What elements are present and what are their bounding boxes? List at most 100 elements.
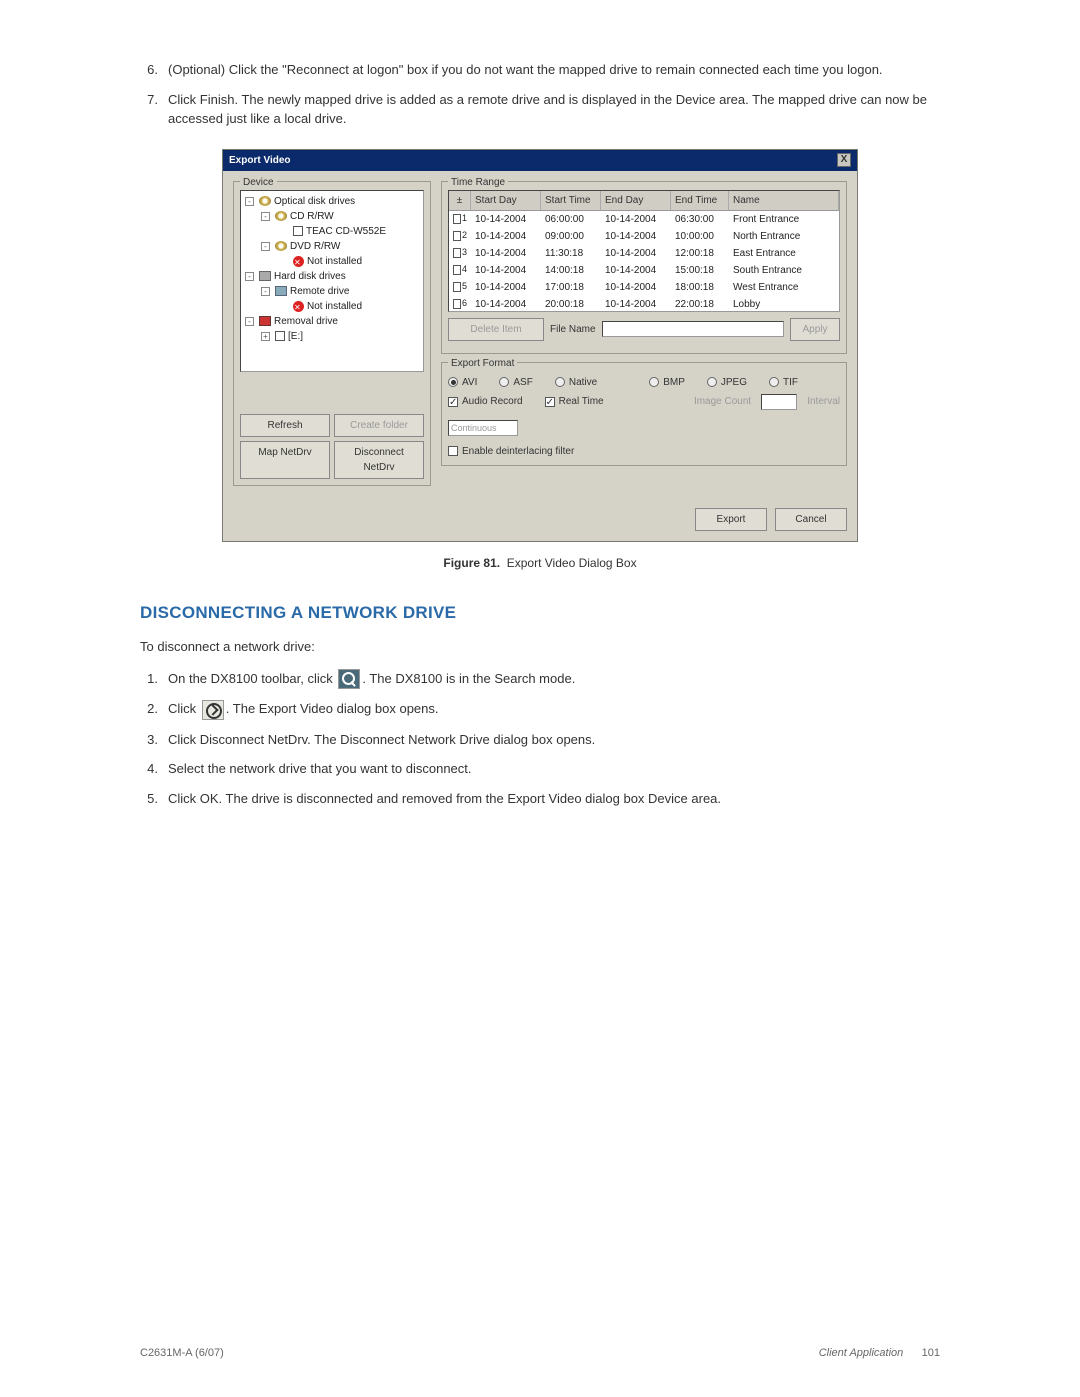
delete-item-button[interactable]: Delete Item (448, 318, 544, 341)
radio-asf[interactable]: ASF (499, 375, 532, 390)
row-checkbox[interactable] (453, 282, 461, 292)
checkbox-audio[interactable]: Audio Record (448, 394, 523, 409)
check-icon (448, 446, 458, 456)
step-num: 6. (140, 60, 168, 80)
figure-wrap: Export Video X Device -Optical disk driv… (140, 149, 940, 572)
step-5: 5. Click OK. The drive is disconnected a… (140, 789, 940, 809)
bottom-steps: 1. On the DX8100 toolbar, click . The DX… (140, 669, 940, 809)
tree-item[interactable]: -DVD R/RW (245, 239, 419, 254)
device-tree[interactable]: -Optical disk drives-CD R/RWTEAC CD-W552… (240, 190, 424, 372)
tree-item[interactable]: TEAC CD-W552E (245, 224, 419, 239)
hd-icon (259, 271, 271, 281)
step-1: 1. On the DX8100 toolbar, click . The DX… (140, 669, 940, 690)
step-6: 6. (Optional) Click the "Reconnect at lo… (140, 60, 940, 80)
map-netdrv-button[interactable]: Map NetDrv (240, 441, 330, 479)
radio-avi[interactable]: AVI (448, 375, 477, 390)
close-icon[interactable]: X (837, 153, 851, 167)
step-2: 2. Click . The Export Video dialog box o… (140, 699, 940, 720)
cd-icon (259, 196, 271, 206)
table-row[interactable]: 6 10-14-200420:00:18 10-14-200422:00:18 … (449, 296, 839, 312)
table-row[interactable]: 4 10-14-200414:00:18 10-14-200415:00:18 … (449, 262, 839, 279)
stop-icon (275, 331, 285, 341)
filename-input[interactable] (602, 321, 784, 337)
err-icon (293, 301, 304, 312)
filename-label: File Name (550, 322, 596, 337)
export-video-dialog: Export Video X Device -Optical disk driv… (222, 149, 858, 542)
tree-item[interactable]: Not installed (245, 254, 419, 269)
col-select[interactable]: ± (449, 191, 471, 210)
cancel-button[interactable]: Cancel (775, 508, 847, 531)
table-row[interactable]: 2 10-14-200409:00:00 10-14-200410:00:00 … (449, 228, 839, 245)
row-checkbox[interactable] (453, 265, 461, 275)
radio-bmp[interactable]: BMP (649, 375, 685, 390)
tree-item[interactable]: -Optical disk drives (245, 194, 419, 209)
create-folder-button[interactable]: Create folder (334, 414, 424, 437)
row-checkbox[interactable] (453, 231, 461, 241)
table-row[interactable]: 5 10-14-200417:00:18 10-14-200418:00:18 … (449, 279, 839, 296)
footer-section: Client Application (819, 1347, 904, 1359)
timerange-fieldset: Time Range ± Start Day Start Time End Da… (441, 181, 847, 354)
footer-page: 101 (922, 1347, 940, 1359)
cd-icon (275, 241, 287, 251)
dialog-titlebar: Export Video X (223, 150, 857, 171)
radio-native[interactable]: Native (555, 375, 597, 390)
row-checkbox[interactable] (453, 214, 461, 224)
step-text: Click Finish. The newly mapped drive is … (168, 90, 940, 129)
interval-label: Interval (807, 394, 840, 409)
page-footer: C2631M-A (6/07) Client Application 101 (140, 1345, 940, 1362)
export-icon (202, 700, 224, 720)
device-fieldset: Device -Optical disk drives-CD R/RWTEAC … (233, 181, 431, 486)
row-checkbox[interactable] (453, 248, 461, 258)
col-startday[interactable]: Start Day (471, 191, 541, 210)
remote-icon (275, 286, 287, 296)
apply-button[interactable]: Apply (790, 318, 840, 341)
interval-dropdown[interactable]: Continuous (448, 420, 518, 436)
refresh-button[interactable]: Refresh (240, 414, 330, 437)
dialog-title: Export Video (229, 153, 291, 168)
table-row[interactable]: 3 10-14-200411:30:18 10-14-200412:00:18 … (449, 245, 839, 262)
col-endtime[interactable]: End Time (671, 191, 729, 210)
search-icon (338, 669, 360, 689)
check-icon (448, 397, 458, 407)
footer-left: C2631M-A (6/07) (140, 1345, 224, 1362)
tree-item[interactable]: +[E:] (245, 329, 419, 344)
col-endday[interactable]: End Day (601, 191, 671, 210)
export-button[interactable]: Export (695, 508, 767, 531)
top-steps: 6. (Optional) Click the "Reconnect at lo… (140, 60, 940, 129)
cd-icon (275, 211, 287, 221)
stop-icon (293, 226, 303, 236)
radio-tif[interactable]: TIF (769, 375, 798, 390)
device-legend: Device (240, 175, 277, 190)
check-icon (545, 397, 555, 407)
step-text: (Optional) Click the "Reconnect at logon… (168, 60, 940, 80)
disconnect-netdrv-button[interactable]: Disconnect NetDrv (334, 441, 424, 479)
tree-item[interactable]: -CD R/RW (245, 209, 419, 224)
radio-jpeg[interactable]: JPEG (707, 375, 747, 390)
checkbox-realtime[interactable]: Real Time (545, 394, 604, 409)
figure-caption: Figure 81. Export Video Dialog Box (140, 554, 940, 572)
tree-item[interactable]: -Remote drive (245, 284, 419, 299)
timerange-table[interactable]: ± Start Day Start Time End Day End Time … (448, 190, 840, 312)
err-icon (293, 256, 304, 267)
checkbox-deinterlace[interactable]: Enable deinterlacing filter (448, 444, 574, 459)
tree-item[interactable]: -Hard disk drives (245, 269, 419, 284)
exportformat-legend: Export Format (448, 356, 517, 371)
step-3: 3. Click Disconnect NetDrv. The Disconne… (140, 730, 940, 750)
row-checkbox[interactable] (453, 299, 461, 309)
tree-item[interactable]: Not installed (245, 299, 419, 314)
table-header: ± Start Day Start Time End Day End Time … (449, 191, 839, 211)
col-starttime[interactable]: Start Time (541, 191, 601, 210)
exportformat-fieldset: Export Format AVI ASF Native BMP JPEG TI… (441, 362, 847, 466)
step-num: 7. (140, 90, 168, 129)
imagecount-label: Image Count (694, 394, 751, 409)
section-heading: DISCONNECTING A NETWORK DRIVE (140, 600, 940, 626)
tree-item[interactable]: -Removal drive (245, 314, 419, 329)
step-7: 7. Click Finish. The newly mapped drive … (140, 90, 940, 129)
table-row[interactable]: 1 10-14-200406:00:00 10-14-200406:30:00 … (449, 211, 839, 228)
step-4: 4. Select the network drive that you wan… (140, 759, 940, 779)
col-name[interactable]: Name (729, 191, 839, 210)
timerange-legend: Time Range (448, 175, 508, 190)
imagecount-spinner[interactable] (761, 394, 797, 410)
intro-text: To disconnect a network drive: (140, 637, 940, 657)
rm-icon (259, 316, 271, 326)
